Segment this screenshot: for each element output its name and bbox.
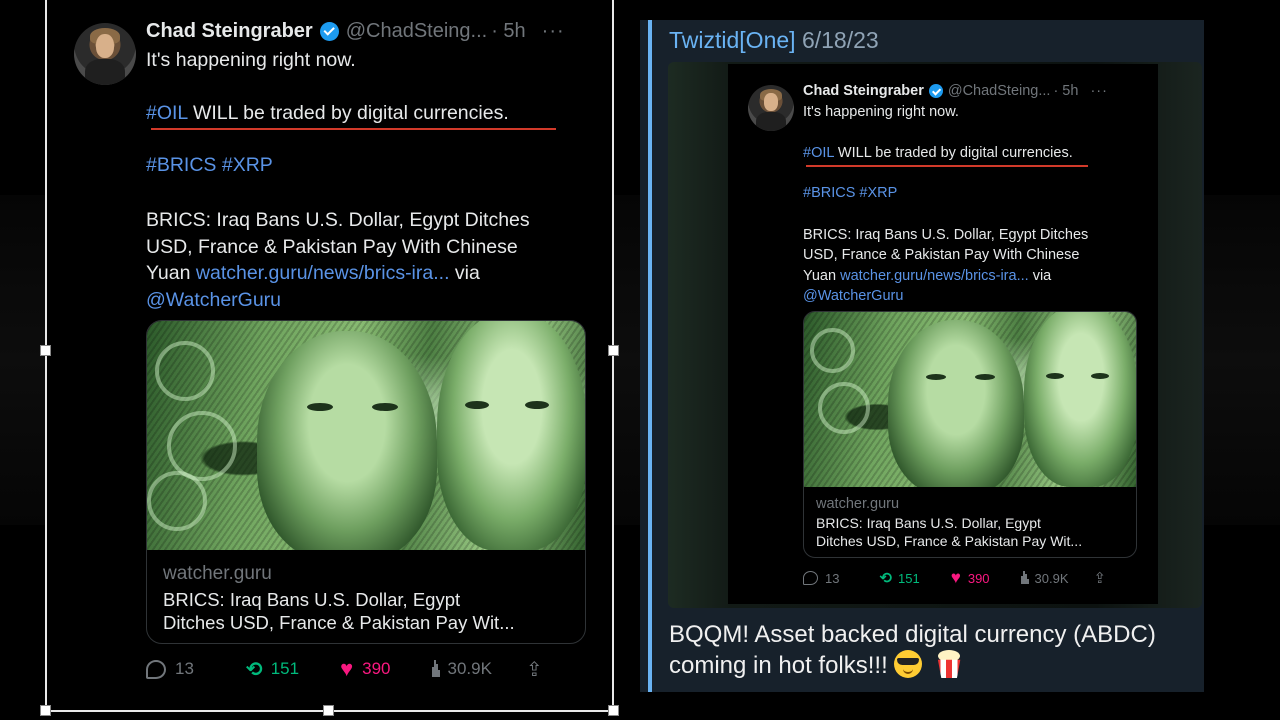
embedded-actions: 13 ⟲ 151 ♥ 390 30.9K ⇪ — [803, 568, 1106, 588]
tweet-actions: 13 ⟲ 151 ♥ 390 30.9K ⇪ — [146, 656, 543, 682]
embedded-share: ⇪ — [1094, 569, 1107, 587]
resize-handle-left-mid[interactable] — [40, 345, 51, 356]
embedded-retweet: ⟲ 151 — [879, 570, 920, 587]
sunglasses-face-icon — [894, 650, 923, 678]
tweet-body-line-3: Yuan watcher.guru/news/brics-ira... via — [146, 262, 480, 284]
embedded-red-underline — [806, 165, 1088, 167]
caption-line-1: BQQM! Asset backed digital currency (ABD… — [669, 621, 1156, 648]
reply-icon — [146, 659, 166, 679]
embedded-body: BRICS: Iraq Bans U.S. Dollar, Egypt Ditc… — [803, 227, 1089, 304]
retweet-icon: ⟲ — [245, 658, 263, 681]
embedded-time: · 5h — [1053, 83, 1079, 99]
heart-icon: ♥ — [340, 656, 354, 681]
hashtags[interactable]: #BRICS #XRP — [146, 154, 273, 177]
hashtag-oil[interactable]: #OIL — [146, 102, 188, 124]
tweet-line-2: #OIL WILL be traded by digital currencie… — [146, 102, 509, 125]
views-button[interactable]: 30.9K — [431, 659, 492, 679]
tweet-body: BRICS: Iraq Bans U.S. Dollar, Egypt Ditc… — [146, 207, 530, 313]
red-underline — [151, 128, 556, 130]
retweet-button[interactable]: ⟲ 151 — [246, 657, 299, 682]
card-title: BRICS: Iraq Bans U.S. Dollar, Egypt Ditc… — [163, 589, 515, 634]
resize-handle-bottom-right[interactable] — [608, 705, 619, 716]
embedded-verified-icon — [928, 84, 943, 98]
embedded-heart-icon: ♥ — [950, 568, 961, 587]
tweet-screenshot-left[interactable]: Chad Steingraber @ChadSteing... · 5h ···… — [46, 0, 613, 712]
embedded-card-domain: watcher.guru — [816, 496, 900, 512]
embedded-views: 30.9K — [1020, 571, 1069, 586]
like-button[interactable]: ♥ 390 — [340, 656, 390, 682]
embedded-hashtags: #BRICS #XRP — [803, 185, 898, 201]
embedded-more-icon: ··· — [1090, 83, 1108, 99]
tweet-body-line-1: BRICS: Iraq Bans U.S. Dollar, Egypt Ditc… — [146, 209, 530, 231]
embedded-like: ♥ 390 — [950, 568, 990, 587]
embedded-line-2: #OIL WILL be traded by digital currencie… — [803, 145, 1073, 161]
resize-handle-right-mid[interactable] — [608, 345, 619, 356]
embedded-reply: 13 — [803, 571, 839, 586]
embedded-card-image — [804, 312, 1136, 487]
embedded-card-title: BRICS: Iraq Bans U.S. Dollar, Egypt Ditc… — [816, 515, 1083, 549]
embedded-views-icon — [1020, 571, 1029, 585]
resize-handle-bottom-left[interactable] — [40, 705, 51, 716]
avatar — [74, 23, 136, 85]
embedded-handle: @ChadSteing... — [947, 83, 1051, 99]
article-link[interactable]: watcher.guru/news/brics-ira... — [196, 262, 450, 284]
views-icon — [431, 660, 440, 678]
message-date: 6/18/23 — [801, 27, 879, 53]
popcorn-icon — [935, 650, 963, 678]
author-name: Chad Steingraber — [146, 20, 313, 42]
tweet-line-2-text: WILL be traded by digital currencies. — [187, 102, 509, 124]
embedded-tweet: Chad Steingraber @ChadSteing... · 5h ···… — [728, 64, 1158, 604]
message-caption: BQQM! Asset backed digital currency (ABD… — [669, 620, 1199, 681]
reply-button[interactable]: 13 — [146, 659, 194, 679]
embedded-avatar — [748, 85, 794, 131]
message-author[interactable]: Twiztid[One] — [669, 27, 796, 53]
verified-badge-icon — [319, 22, 339, 41]
card-image — [147, 321, 585, 550]
author-handle: @ChadSteing... — [345, 20, 488, 42]
share-button[interactable]: ⇪ — [526, 657, 543, 682]
reply-accent-bar — [648, 20, 652, 692]
message-header: Twiztid[One] 6/18/23 — [669, 27, 879, 54]
share-icon: ⇪ — [525, 658, 543, 681]
embedded-share-icon: ⇪ — [1093, 570, 1107, 587]
resize-handle-bottom-mid[interactable] — [323, 705, 334, 716]
embedded-reply-icon — [803, 571, 818, 585]
tweet-body-line-2: USD, France & Pakistan Pay With Chinese — [146, 235, 518, 258]
mention-watcherguru[interactable]: @WatcherGuru — [146, 287, 530, 314]
embedded-author-name: Chad Steingraber — [803, 83, 924, 99]
caption-line-2: coming in hot folks!!! — [669, 650, 1199, 681]
link-preview-card[interactable]: watcher.guru BRICS: Iraq Bans U.S. Dolla… — [146, 320, 586, 644]
embedded-line-1: It's happening right now. — [803, 104, 959, 120]
embedded-link-card: watcher.guru BRICS: Iraq Bans U.S. Dolla… — [803, 311, 1137, 558]
tweet-line-1: It's happening right now. — [146, 49, 356, 71]
card-domain: watcher.guru — [163, 563, 272, 584]
embedded-retweet-icon: ⟲ — [879, 570, 893, 587]
tweet-time: · 5h — [491, 20, 526, 42]
more-options-icon[interactable]: ··· — [542, 20, 565, 43]
